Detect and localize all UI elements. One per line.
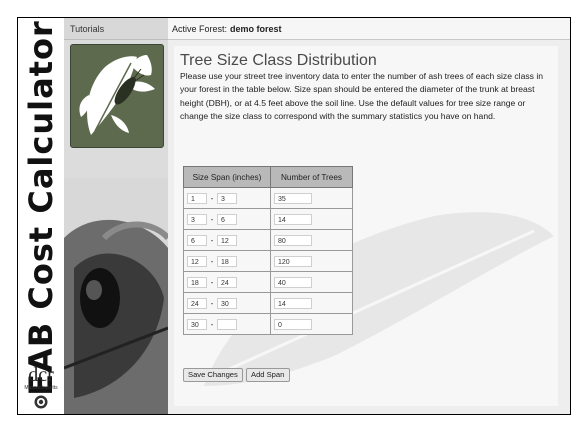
tree-count-input[interactable]: 80 — [274, 234, 312, 246]
app-screenshot: Tutorials Active Forest: demo forest Tre… — [64, 18, 570, 414]
save-changes-button[interactable]: Save Changes — [183, 368, 243, 382]
table-row: 6-12 80 — [183, 229, 353, 251]
dcr-logo: dcr Massachusetts — [22, 364, 60, 409]
span-from-input[interactable]: 12 — [187, 255, 207, 267]
size-span-cell: 12-18 — [183, 250, 271, 272]
table-row: 1-3 35 — [183, 187, 353, 209]
dcr-logo-text: dcr — [28, 364, 54, 386]
table-header-row: Size Span (inches) Number of Trees — [183, 166, 353, 188]
tree-count-cell: 14 — [270, 208, 353, 230]
dcr-logo-subtitle: Massachusetts — [24, 385, 58, 391]
tree-count-input[interactable]: 35 — [274, 192, 312, 204]
span-from-input[interactable]: 18 — [187, 276, 207, 288]
tree-count-input[interactable]: 120 — [274, 255, 312, 267]
table-row: 24-30 14 — [183, 292, 353, 314]
table-row: 30- 0 — [183, 313, 353, 335]
slide-title: EAB Cost Calculator — [22, 20, 60, 396]
size-span-cell: 24-30 — [183, 292, 271, 314]
table-row: 3-6 14 — [183, 208, 353, 230]
size-span-cell: 3-6 — [183, 208, 271, 230]
size-class-table: Size Span (inches) Number of Trees 1-3 3… — [183, 166, 353, 335]
span-from-input[interactable]: 24 — [187, 297, 207, 309]
main-panel: Active Forest: demo forest Tree Size Clas… — [168, 18, 570, 414]
size-span-cell: 1-3 — [183, 187, 271, 209]
active-forest-label: Active Forest: — [172, 24, 228, 34]
active-forest-name: demo forest — [230, 24, 282, 34]
tree-count-cell: 14 — [270, 292, 353, 314]
page-title: Tree Size Class Distribution — [180, 52, 377, 69]
slide-title-band: EAB Cost Calculator dcr Massachusetts — [18, 18, 64, 414]
tree-count-input[interactable]: 14 — [274, 213, 312, 225]
tree-count-cell: 35 — [270, 187, 353, 209]
beetle-photo — [64, 178, 168, 414]
span-to-input[interactable]: 6 — [217, 213, 237, 225]
span-from-input[interactable]: 3 — [187, 213, 207, 225]
span-to-input[interactable]: 3 — [217, 192, 237, 204]
tree-count-input[interactable]: 14 — [274, 297, 312, 309]
span-to-input[interactable]: 30 — [217, 297, 237, 309]
span-to-input[interactable]: 24 — [217, 276, 237, 288]
tree-count-cell: 120 — [270, 250, 353, 272]
span-from-input[interactable]: 6 — [187, 234, 207, 246]
state-seal-icon — [34, 395, 48, 409]
tree-count-cell: 80 — [270, 229, 353, 251]
col-header-tree-count: Number of Trees — [270, 166, 353, 188]
eab-logo — [70, 44, 164, 148]
col-header-size-span: Size Span (inches) — [183, 166, 271, 188]
tree-count-cell: 40 — [270, 271, 353, 293]
page-intro: Please use your street tree inventory da… — [180, 71, 544, 122]
add-span-button[interactable]: Add Span — [246, 368, 290, 382]
active-forest-bar: Active Forest: demo forest — [168, 18, 570, 40]
content-area: Tree Size Class Distribution Please use … — [174, 46, 558, 406]
leaf-beetle-icon — [79, 55, 155, 135]
span-to-input[interactable] — [217, 318, 237, 330]
size-span-cell: 30- — [183, 313, 271, 335]
span-from-input[interactable]: 30 — [187, 318, 207, 330]
span-from-input[interactable]: 1 — [187, 192, 207, 204]
table-row: 18-24 40 — [183, 271, 353, 293]
span-to-input[interactable]: 12 — [217, 234, 237, 246]
tree-count-cell: 0 — [270, 313, 353, 335]
span-to-input[interactable]: 18 — [217, 255, 237, 267]
size-span-cell: 18-24 — [183, 271, 271, 293]
slide-frame: EAB Cost Calculator dcr Massachusetts Tu… — [17, 17, 571, 415]
tree-count-input[interactable]: 0 — [274, 318, 312, 330]
table-row: 12-18 120 — [183, 250, 353, 272]
tree-count-input[interactable]: 40 — [274, 276, 312, 288]
left-nav-panel: Tutorials — [64, 18, 168, 414]
tab-tutorials[interactable]: Tutorials — [64, 18, 168, 40]
size-span-cell: 6-12 — [183, 229, 271, 251]
